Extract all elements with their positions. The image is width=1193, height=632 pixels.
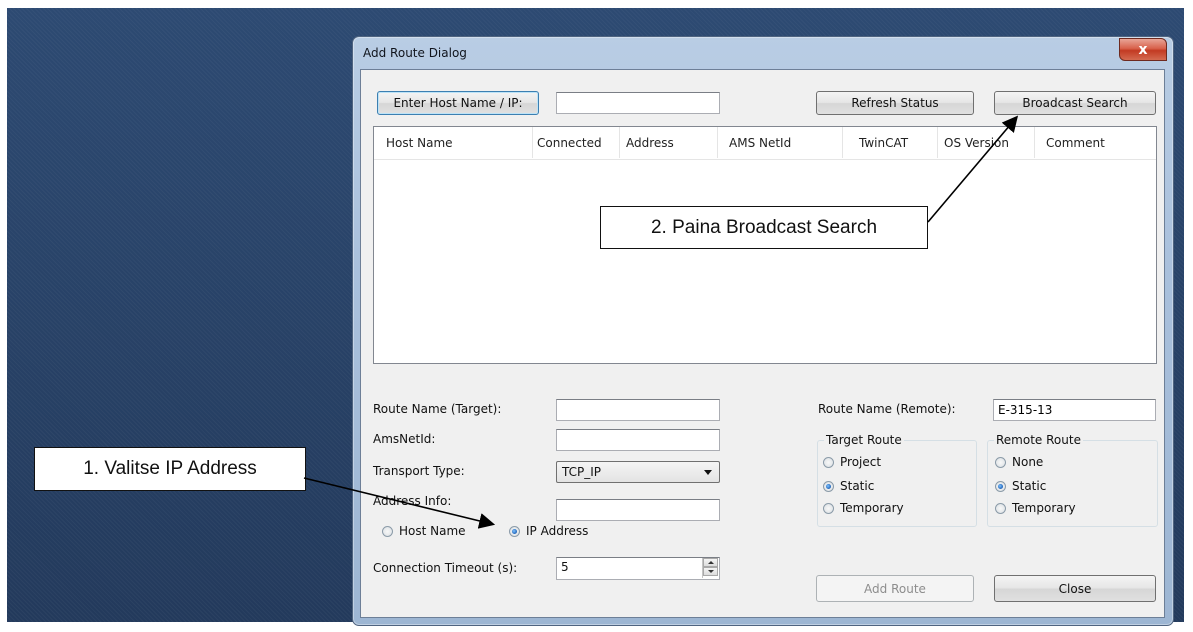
radio-icon: [823, 456, 834, 468]
spin-up-icon[interactable]: [703, 558, 718, 567]
radio-icon: [382, 525, 393, 537]
column-connected[interactable]: Connected: [537, 136, 602, 150]
broadcast-search-button[interactable]: Broadcast Search: [994, 91, 1156, 115]
column-host-name[interactable]: Host Name: [386, 136, 453, 150]
column-divider[interactable]: [842, 127, 843, 158]
column-divider[interactable]: [532, 127, 533, 158]
amsnetid-input[interactable]: [556, 429, 720, 451]
connection-timeout-label: Connection Timeout (s):: [373, 561, 518, 575]
radio-icon: [823, 502, 834, 514]
spin-down-icon[interactable]: [703, 567, 718, 576]
column-comment[interactable]: Comment: [1046, 136, 1105, 150]
radio-remote-temporary[interactable]: Temporary: [995, 501, 1076, 515]
route-name-target-input[interactable]: [556, 399, 720, 421]
radio-ip-address-label: IP Address: [526, 524, 589, 538]
transport-type-label: Transport Type:: [373, 464, 465, 478]
step1-callout: 1. Valitse IP Address: [34, 447, 306, 491]
address-info-input[interactable]: [556, 499, 720, 521]
radio-icon: [995, 456, 1006, 468]
remote-route-group: Remote Route None Static Temporary: [987, 433, 1158, 527]
add-route-button[interactable]: Add Route: [816, 575, 974, 602]
close-button[interactable]: Close: [994, 575, 1156, 602]
radio-remote-temporary-label: Temporary: [1012, 501, 1076, 515]
dialog-client-area: Enter Host Name / IP: Refresh Status Bro…: [360, 69, 1165, 618]
radio-remote-none[interactable]: None: [995, 455, 1043, 469]
column-address[interactable]: Address: [626, 136, 674, 150]
radio-host-name[interactable]: Host Name: [382, 524, 466, 538]
radio-selected-icon: [823, 480, 834, 492]
radio-remote-static-label: Static: [1012, 479, 1047, 493]
remote-route-title: Remote Route: [994, 433, 1083, 447]
radio-icon: [995, 502, 1006, 514]
column-twincat[interactable]: TwinCAT: [859, 136, 908, 150]
transport-type-value: TCP_IP: [562, 465, 602, 479]
column-divider[interactable]: [937, 127, 938, 158]
radio-target-project-label: Project: [840, 455, 882, 469]
route-name-target-label: Route Name (Target):: [373, 402, 502, 416]
target-route-title: Target Route: [824, 433, 904, 447]
step2-callout: 2. Paina Broadcast Search: [600, 206, 928, 249]
radio-target-static-label: Static: [840, 479, 875, 493]
target-route-group: Target Route Project Static Temporary: [817, 433, 977, 527]
column-divider[interactable]: [1034, 127, 1035, 158]
host-name-input[interactable]: [556, 92, 720, 114]
route-name-remote-input[interactable]: [993, 399, 1156, 421]
spinner-control[interactable]: [702, 558, 718, 578]
amsnetid-label: AmsNetId:: [373, 432, 436, 446]
refresh-status-button[interactable]: Refresh Status: [816, 91, 974, 115]
radio-remote-none-label: None: [1012, 455, 1044, 469]
connection-timeout-value: 5: [561, 560, 569, 574]
radio-target-temporary-label: Temporary: [840, 501, 904, 515]
transport-type-select[interactable]: TCP_IP: [556, 461, 720, 483]
radio-selected-icon: [995, 480, 1006, 492]
window-close-button[interactable]: x: [1119, 38, 1167, 61]
radio-selected-icon: [509, 525, 520, 537]
chevron-down-icon: [704, 470, 712, 475]
radio-ip-address[interactable]: IP Address: [509, 524, 588, 538]
radio-target-temporary[interactable]: Temporary: [823, 501, 904, 515]
add-route-dialog: Add Route Dialog x Enter Host Name / IP:…: [352, 36, 1174, 626]
radio-host-name-label: Host Name: [399, 524, 466, 538]
route-name-remote-label: Route Name (Remote):: [818, 402, 956, 416]
column-ams-netid[interactable]: AMS NetId: [729, 136, 791, 150]
close-icon: x: [1138, 41, 1148, 58]
radio-target-project[interactable]: Project: [823, 455, 881, 469]
connection-timeout-spinbox[interactable]: 5: [556, 557, 720, 580]
column-divider[interactable]: [717, 127, 718, 158]
radio-remote-static[interactable]: Static: [995, 479, 1046, 493]
address-info-label: Address Info:: [373, 494, 452, 508]
column-os-version[interactable]: OS Version: [944, 136, 1009, 150]
window-title: Add Route Dialog: [363, 46, 467, 60]
enter-host-button[interactable]: Enter Host Name / IP:: [377, 91, 539, 115]
radio-target-static[interactable]: Static: [823, 479, 874, 493]
column-divider[interactable]: [619, 127, 620, 158]
host-list-header: Host Name Connected Address AMS NetId Tw…: [374, 127, 1156, 160]
